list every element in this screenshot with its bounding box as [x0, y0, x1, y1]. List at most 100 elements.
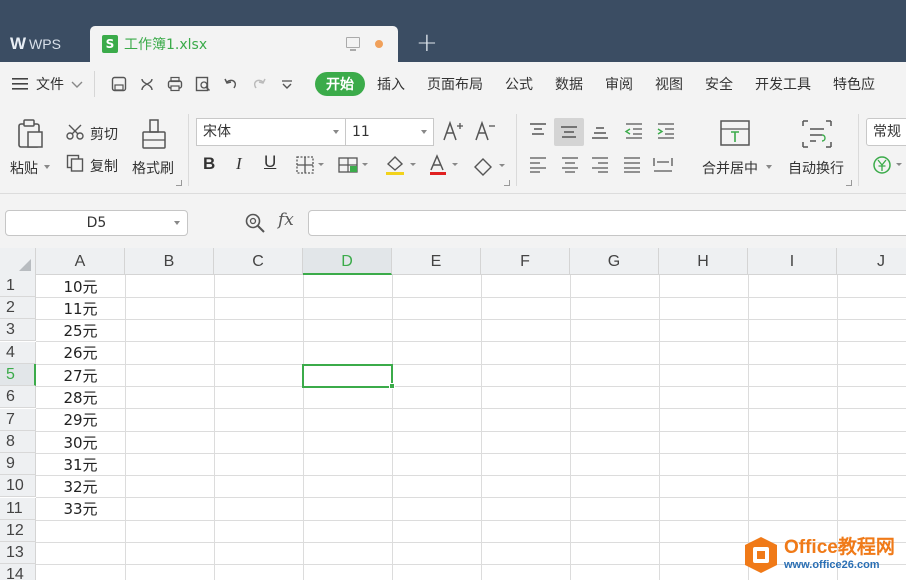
column-header-a[interactable]: A — [36, 248, 125, 275]
monitor-icon[interactable] — [346, 37, 360, 51]
row-header-8[interactable]: 8 — [0, 431, 36, 453]
tab-developer[interactable]: 开发工具 — [755, 74, 811, 94]
borders-icon[interactable] — [296, 156, 326, 174]
italic-icon[interactable]: I — [236, 154, 242, 174]
cell-a4[interactable]: 26元 — [36, 342, 125, 364]
copy-icon[interactable] — [66, 154, 84, 172]
align-left-icon[interactable] — [528, 156, 548, 174]
zoom-search-icon[interactable] — [244, 212, 266, 234]
row-header-4[interactable]: 4 — [0, 342, 36, 364]
print-preview-icon[interactable] — [195, 76, 211, 92]
cell-a11[interactable]: 33元 — [36, 498, 125, 520]
tab-home[interactable]: 开始 — [315, 72, 365, 96]
redo-icon[interactable] — [251, 76, 267, 92]
document-tab[interactable]: S 工作簿1.xlsx — [90, 26, 398, 62]
tab-security[interactable]: 安全 — [705, 74, 733, 94]
font-name-select[interactable]: 宋体 — [196, 118, 346, 146]
new-tab-button[interactable]: + — [416, 28, 438, 58]
fill-pattern-icon[interactable] — [338, 156, 370, 174]
row-header-11[interactable]: 11 — [0, 498, 36, 520]
cell-a10[interactable]: 32元 — [36, 476, 125, 498]
copy-button[interactable]: 复制 — [90, 156, 118, 176]
merge-dropdown-arrow[interactable] — [766, 165, 772, 169]
save-icon[interactable] — [111, 76, 127, 92]
tab-insert[interactable]: 插入 — [377, 74, 405, 94]
decrease-font-size-icon[interactable] — [474, 120, 496, 142]
paste-button[interactable]: 粘贴 — [10, 158, 38, 178]
fill-color-icon[interactable] — [384, 154, 418, 176]
column-header-h[interactable]: H — [659, 248, 748, 275]
print-icon[interactable] — [167, 76, 183, 92]
justify-icon[interactable] — [622, 156, 642, 174]
cell-a2[interactable]: 11元 — [36, 298, 125, 320]
chevron-down-icon[interactable] — [70, 79, 84, 89]
clear-eraser-icon[interactable] — [472, 156, 508, 176]
cell-a3[interactable]: 25元 — [36, 320, 125, 342]
format-painter-icon[interactable] — [140, 118, 168, 150]
paste-dropdown-arrow[interactable] — [44, 165, 50, 169]
spreadsheet-grid[interactable]: A B C D E F G H I J 1 2 3 4 5 6 7 8 9 10… — [0, 248, 906, 580]
row-header-7[interactable]: 7 — [0, 409, 36, 431]
merge-center-icon[interactable] — [718, 118, 752, 150]
cell-a5[interactable]: 27元 — [36, 365, 125, 387]
hamburger-icon[interactable] — [12, 77, 30, 91]
font-dialog-launcher-icon[interactable] — [504, 180, 510, 186]
row-header-9[interactable]: 9 — [0, 453, 36, 475]
currency-icon[interactable] — [872, 154, 906, 176]
row-header-1[interactable]: 1 — [0, 275, 36, 297]
column-header-d[interactable]: D — [303, 248, 392, 275]
font-color-icon[interactable] — [428, 154, 462, 176]
alignment-dialog-launcher-icon[interactable] — [846, 180, 852, 186]
insert-function-button[interactable]: fx — [278, 210, 294, 230]
number-format-select[interactable]: 常规 — [866, 118, 906, 146]
merge-center-button[interactable]: 合并居中 — [702, 158, 758, 178]
row-header-6[interactable]: 6 — [0, 386, 36, 408]
row-header-10[interactable]: 10 — [0, 475, 36, 497]
row-header-5[interactable]: 5 — [0, 364, 36, 386]
bold-icon[interactable]: B — [203, 154, 215, 174]
align-right-icon[interactable] — [590, 156, 610, 174]
selected-cell-d5[interactable] — [302, 364, 393, 388]
font-size-select[interactable]: 11 — [345, 118, 434, 146]
column-header-f[interactable]: F — [481, 248, 570, 275]
underline-icon[interactable]: U — [264, 152, 276, 172]
row-header-14[interactable]: 14 — [0, 564, 36, 580]
align-top-icon[interactable] — [528, 122, 548, 140]
fill-handle[interactable] — [389, 383, 395, 389]
scissors-icon[interactable] — [66, 123, 84, 141]
undo-icon[interactable] — [223, 76, 239, 92]
row-header-3[interactable]: 3 — [0, 319, 36, 341]
customize-quick-access-icon[interactable] — [279, 76, 295, 92]
cell-a7[interactable]: 29元 — [36, 409, 125, 431]
increase-font-size-icon[interactable] — [442, 120, 464, 142]
align-bottom-icon[interactable] — [590, 122, 610, 140]
column-header-g[interactable]: G — [570, 248, 659, 275]
distributed-align-icon[interactable] — [652, 156, 674, 174]
format-painter-button[interactable]: 格式刷 — [132, 158, 174, 178]
decrease-indent-icon[interactable] — [624, 122, 644, 140]
tab-formulas[interactable]: 公式 — [505, 74, 533, 94]
increase-indent-icon[interactable] — [656, 122, 676, 140]
paste-icon[interactable] — [16, 118, 46, 150]
wrap-text-button[interactable]: 自动换行 — [788, 158, 844, 178]
wps-home-tab[interactable]: W WPS — [0, 26, 88, 62]
column-header-i[interactable]: I — [748, 248, 837, 275]
align-center-icon[interactable] — [560, 156, 580, 174]
align-middle-button[interactable] — [554, 118, 584, 146]
column-header-c[interactable]: C — [214, 248, 303, 275]
cell-a9[interactable]: 31元 — [36, 454, 125, 476]
cut-button[interactable]: 剪切 — [90, 124, 118, 144]
name-box[interactable]: D5 — [5, 210, 188, 236]
row-header-12[interactable]: 12 — [0, 520, 36, 542]
row-header-13[interactable]: 13 — [0, 542, 36, 564]
cell-a8[interactable]: 30元 — [36, 432, 125, 454]
row-header-2[interactable]: 2 — [0, 297, 36, 319]
tab-page-layout[interactable]: 页面布局 — [427, 74, 483, 94]
column-header-b[interactable]: B — [125, 248, 214, 275]
wrap-text-icon[interactable] — [800, 118, 834, 150]
tab-data[interactable]: 数据 — [555, 74, 583, 94]
tab-view[interactable]: 视图 — [655, 74, 683, 94]
export-pdf-icon[interactable] — [139, 76, 155, 92]
select-all-corner[interactable] — [0, 248, 36, 275]
file-menu[interactable]: 文件 — [36, 74, 64, 94]
